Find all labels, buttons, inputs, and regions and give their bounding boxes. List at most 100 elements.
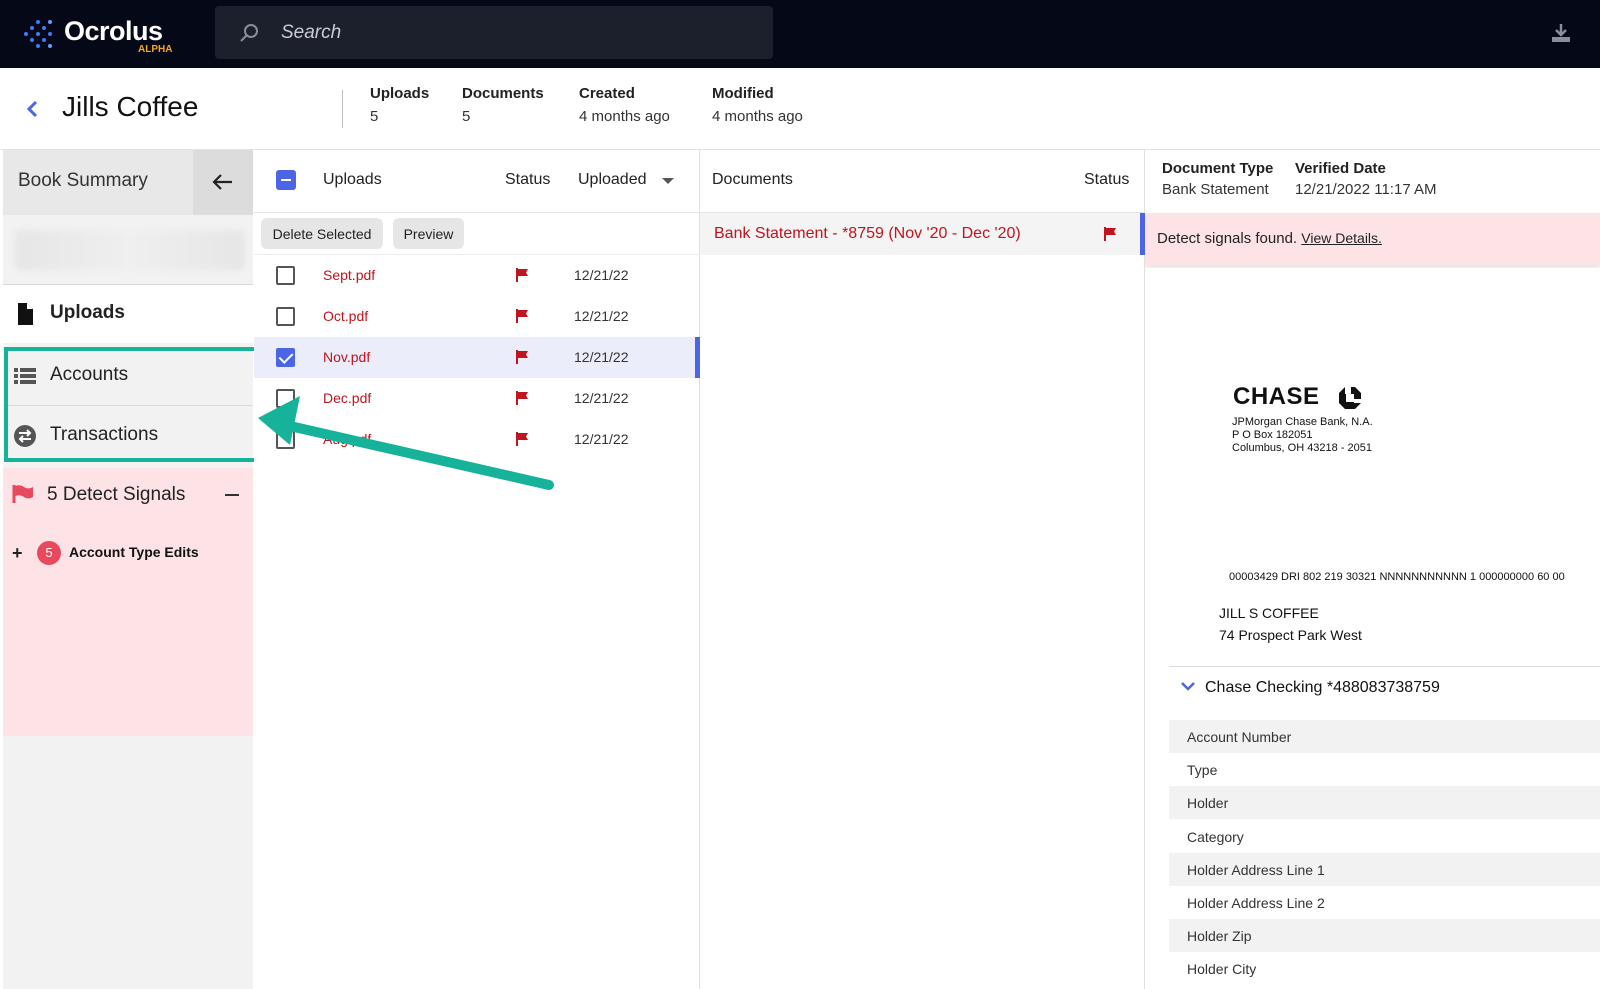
sort-caret-icon[interactable]: [662, 178, 674, 184]
logo-dots-icon: [22, 20, 58, 48]
account-title: Chase Checking *488083738759: [1205, 679, 1440, 696]
upload-date: 12/21/22: [574, 390, 629, 406]
column-header-status[interactable]: Status: [1084, 171, 1129, 189]
collapse-minus-icon[interactable]: [225, 494, 239, 496]
upload-row[interactable]: Aug.pdf 12/21/22: [254, 419, 700, 460]
upload-row-selected[interactable]: Nov.pdf 12/21/22: [254, 337, 700, 378]
mail-code-line: 00003429 DRI 802 219 30321 NNNNNNNNNNN 1…: [1229, 571, 1565, 583]
back-chevron-icon[interactable]: [26, 100, 40, 118]
sidebar-item-uploads[interactable]: Uploads: [3, 285, 253, 343]
bank-address-line: P O Box 182051: [1232, 429, 1313, 441]
sidebar-item-label: Uploads: [50, 302, 125, 323]
upload-row[interactable]: Dec.pdf 12/21/22: [254, 378, 700, 419]
flag-icon: [516, 268, 528, 282]
uploads-actions: Delete Selected Preview: [254, 213, 700, 255]
expand-plus-icon[interactable]: +: [12, 543, 23, 564]
ocrolus-logo[interactable]: Ocrolus ALPHA: [22, 16, 172, 56]
meta-label: Uploads: [370, 85, 430, 102]
detect-signals-label: 5 Detect Signals: [47, 484, 186, 505]
alert-message: Detect signals found. View Details.: [1157, 230, 1382, 247]
chevron-down-icon[interactable]: [1181, 681, 1195, 691]
document-icon: [18, 303, 33, 325]
doc-type-value: Bank Statement: [1162, 181, 1269, 198]
left-sidebar: Book Summary Uploads Accounts Transactio…: [3, 150, 258, 989]
upload-filename[interactable]: Aug.pdf: [323, 431, 371, 447]
search-input[interactable]: [281, 20, 741, 46]
customer-address: JILL S COFFEE 74 Prospect Park West: [1219, 602, 1362, 646]
documents-table-header: Documents Status: [700, 150, 1145, 213]
meta-value: 4 months ago: [712, 108, 803, 125]
meta-documents: Documents 5: [462, 85, 544, 125]
column-header-uploads[interactable]: Uploads: [323, 171, 382, 189]
field-row: Account Number: [1169, 720, 1600, 753]
preview-button[interactable]: Preview: [393, 218, 464, 249]
blurred-content: [15, 230, 245, 270]
signal-row[interactable]: + 5 Account Type Edits: [3, 538, 253, 568]
account-header[interactable]: Chase Checking *488083738759: [1169, 666, 1600, 712]
collapse-sidebar-button[interactable]: [193, 150, 253, 215]
detect-signals-alert: Detect signals found. View Details.: [1145, 213, 1600, 265]
document-name[interactable]: Bank Statement - *8759 (Nov '20 - Dec '2…: [714, 225, 1021, 243]
meta-value: 5: [462, 108, 471, 125]
book-title: Jills Coffee: [62, 91, 199, 122]
row-checkbox-checked[interactable]: [276, 348, 295, 367]
upload-filename[interactable]: Nov.pdf: [323, 349, 370, 365]
bank-address-line: Columbus, OH 43218 - 2051: [1232, 442, 1373, 454]
delete-selected-button[interactable]: Delete Selected: [261, 218, 383, 249]
upload-date: 12/21/22: [574, 349, 629, 365]
documents-panel: Documents Status Bank Statement - *8759 …: [700, 150, 1145, 989]
upload-date: 12/21/22: [574, 308, 629, 324]
header-divider: [342, 90, 343, 128]
upload-filename[interactable]: Sept.pdf: [323, 267, 375, 283]
flag-icon: [516, 350, 528, 364]
logo-text: Ocrolus: [64, 16, 163, 46]
annotation-highlight-box: [4, 347, 258, 462]
meta-value: 5: [370, 108, 379, 125]
row-checkbox[interactable]: [276, 307, 295, 326]
doc-type-label: Document Type: [1162, 160, 1274, 177]
meta-modified: Modified 4 months ago: [712, 85, 803, 125]
field-label: Holder Address Line 2: [1187, 895, 1325, 911]
field-label: Holder City: [1187, 961, 1257, 977]
chase-octagon-icon: [1339, 387, 1361, 409]
logo-badge: ALPHA: [138, 44, 173, 55]
flag-icon: [1104, 227, 1116, 241]
download-icon[interactable]: [1550, 22, 1572, 44]
book-summary-tab[interactable]: Book Summary: [3, 150, 253, 215]
bank-address-line: JPMorgan Chase Bank, N.A.: [1232, 416, 1373, 428]
column-header-documents[interactable]: Documents: [712, 171, 793, 189]
field-row: Holder Address Line 1: [1169, 853, 1600, 886]
select-all-checkbox[interactable]: [276, 170, 296, 190]
document-row[interactable]: Bank Statement - *8759 (Nov '20 - Dec '2…: [700, 213, 1145, 255]
upload-filename[interactable]: Oct.pdf: [323, 308, 368, 324]
column-header-status[interactable]: Status: [505, 171, 550, 189]
meta-label: Created: [579, 85, 635, 102]
view-details-link[interactable]: View Details.: [1301, 230, 1382, 246]
upload-date: 12/21/22: [574, 267, 629, 283]
row-checkbox[interactable]: [276, 430, 295, 449]
uploads-panel: Uploads Status Uploaded Delete Selected …: [254, 150, 700, 989]
search-box[interactable]: [215, 6, 773, 59]
field-label: Account Number: [1187, 729, 1292, 745]
field-label: Holder Zip: [1187, 928, 1252, 944]
flag-icon: [516, 309, 528, 323]
row-checkbox[interactable]: [276, 389, 295, 408]
flag-icon: [516, 391, 528, 405]
upload-row[interactable]: Oct.pdf 12/21/22: [254, 296, 700, 337]
upload-row[interactable]: Sept.pdf 12/21/22: [254, 255, 700, 296]
top-bar: Ocrolus ALPHA: [0, 0, 1600, 68]
field-label: Category: [1187, 829, 1244, 845]
book-summary-label: Book Summary: [18, 170, 148, 191]
column-header-uploaded[interactable]: Uploaded: [578, 171, 647, 189]
detect-signals-panel: 5 Detect Signals + 5 Account Type Edits: [3, 468, 253, 736]
signal-count-badge: 5: [37, 541, 61, 565]
signal-label: Account Type Edits: [69, 544, 199, 560]
chase-logo: CHASE: [1233, 383, 1320, 410]
meta-value: 4 months ago: [579, 108, 670, 125]
verified-date-label: Verified Date: [1295, 160, 1386, 177]
upload-filename[interactable]: Dec.pdf: [323, 390, 371, 406]
detect-signals-header[interactable]: 5 Detect Signals: [3, 468, 253, 522]
upload-date: 12/21/22: [574, 431, 629, 447]
field-row: Type: [1169, 753, 1600, 786]
row-checkbox[interactable]: [276, 266, 295, 285]
